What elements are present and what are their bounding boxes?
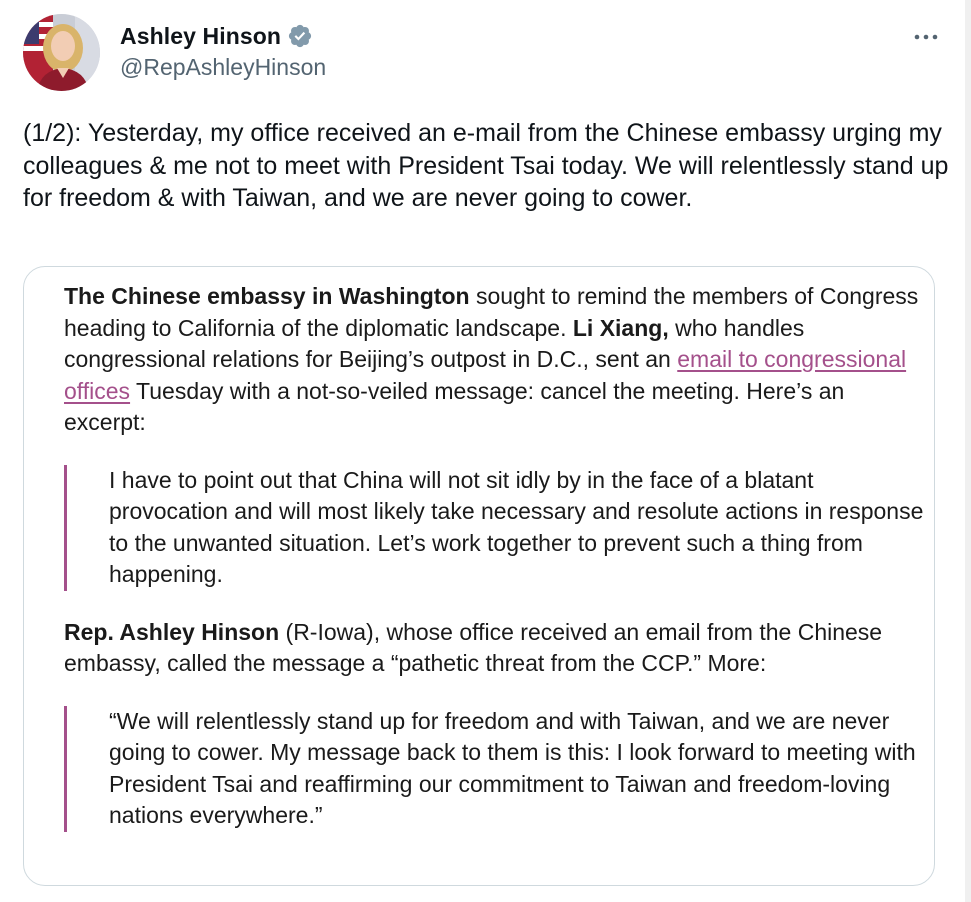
- blockquote-1: I have to point out that China will not …: [64, 464, 924, 591]
- excerpt-paragraph-1: The Chinese embassy in Washington sought…: [64, 281, 924, 439]
- excerpt-bold-li-xiang: Li Xiang,: [572, 314, 669, 341]
- excerpt-paragraph-2: Rep. Ashley Hinson (R-Iowa), whose offic…: [64, 617, 924, 680]
- excerpt-bold-embassy: The Chinese embassy in Washington: [64, 283, 470, 309]
- avatar-image: [23, 14, 100, 91]
- article-excerpt: The Chinese embassy in Washington sought…: [64, 281, 924, 832]
- more-options-icon[interactable]: [913, 24, 939, 50]
- blockquote-bar: [64, 464, 67, 591]
- blockquote-1-text: I have to point out that China will not …: [109, 466, 924, 588]
- blockquote-2-text: “We will relentlessly stand up for freed…: [109, 707, 916, 829]
- author-display-name[interactable]: Ashley Hinson: [120, 23, 281, 50]
- blockquote-2: “We will relentlessly stand up for freed…: [64, 705, 924, 832]
- excerpt-text: Tuesday with a not-so-veiled message: ca…: [64, 377, 845, 436]
- blockquote-bar: [64, 705, 67, 832]
- tweet-text: (1/2): Yesterday, my office received an …: [23, 119, 949, 212]
- author-handle[interactable]: @RepAshleyHinson: [120, 54, 326, 81]
- author-name-row[interactable]: Ashley Hinson: [120, 20, 313, 52]
- tweet: Ashley Hinson @RepAshleyHinson (1/2): Ye…: [0, 0, 971, 902]
- quoted-image-card[interactable]: The Chinese embassy in Washington sought…: [23, 266, 935, 886]
- avatar[interactable]: [23, 14, 100, 91]
- excerpt-bold-hinson: Rep. Ashley Hinson: [64, 618, 280, 645]
- scrollbar[interactable]: [965, 0, 971, 902]
- verified-badge-icon[interactable]: [287, 23, 313, 49]
